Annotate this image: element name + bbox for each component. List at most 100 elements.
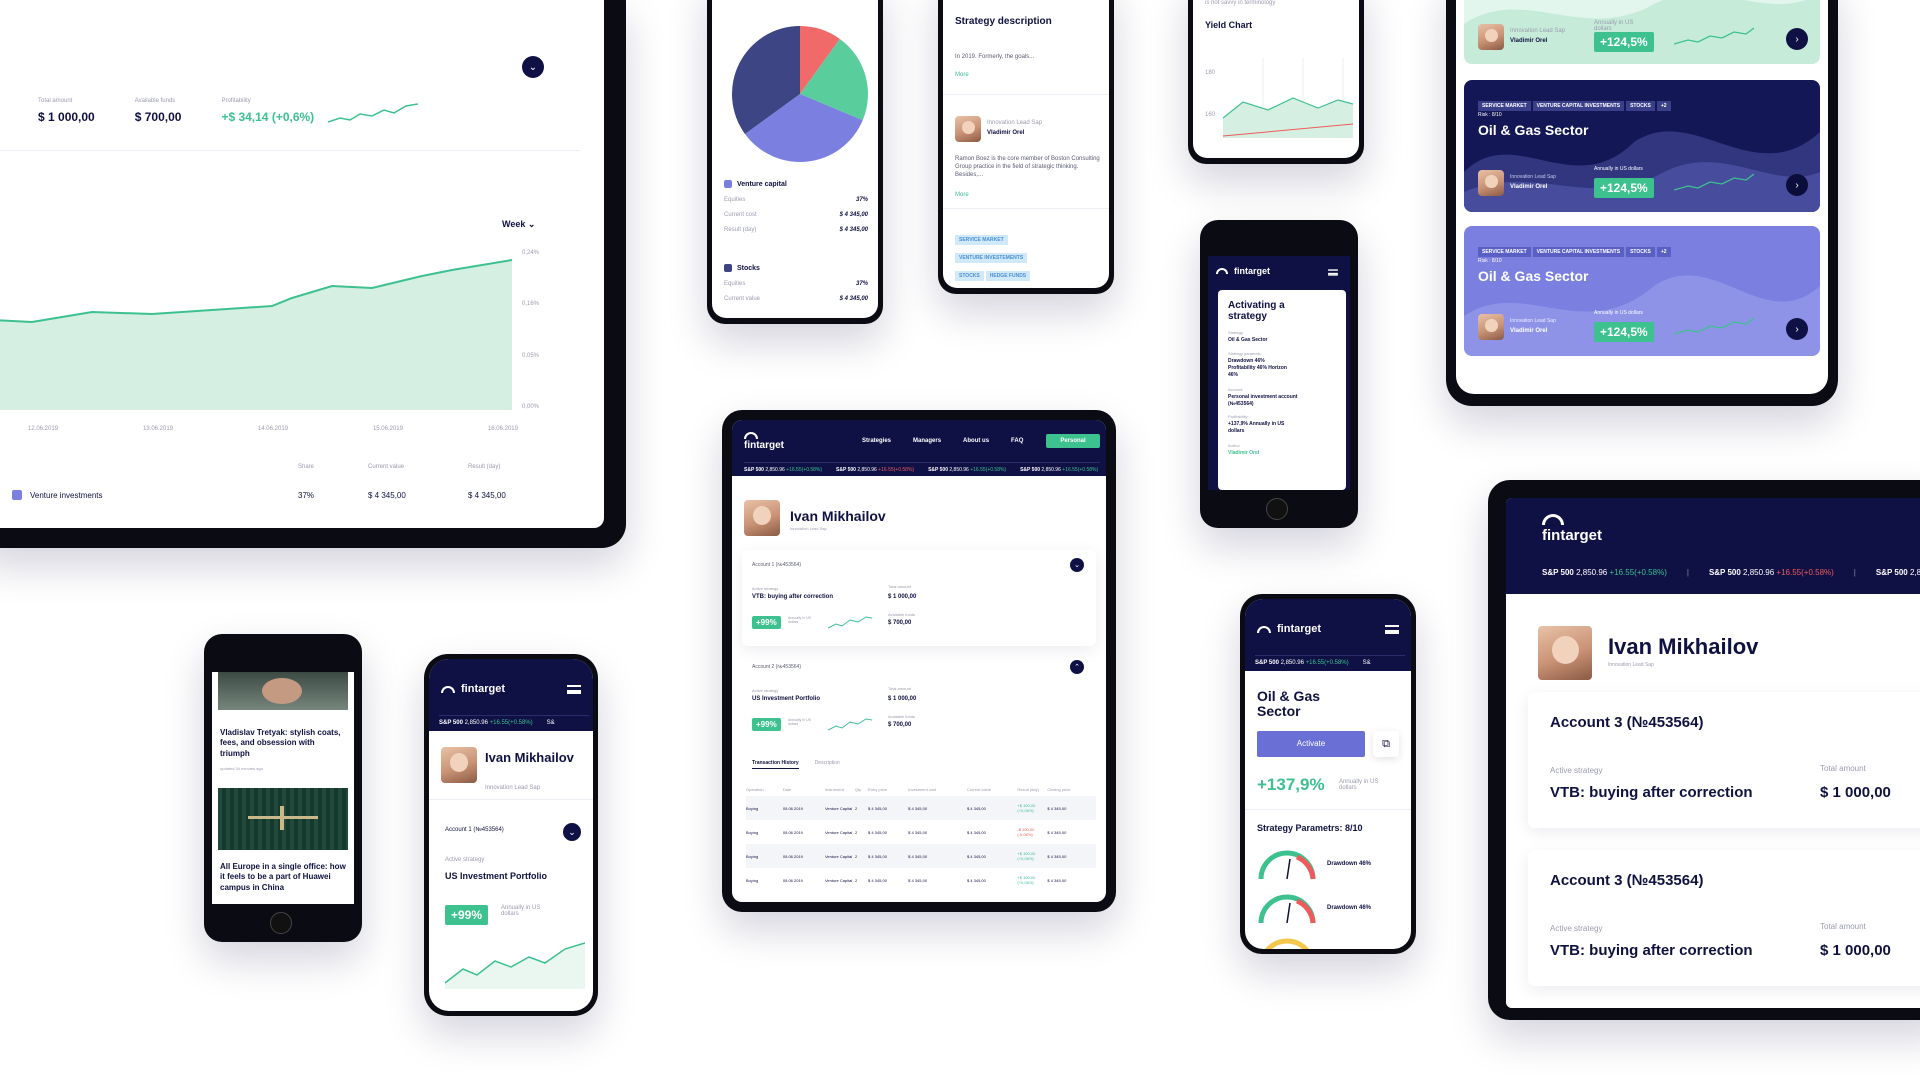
panel-title: Activating a strategy [1228,300,1285,322]
tab-bar: Transaction History Description [752,760,840,769]
chevron-down-icon[interactable]: ⌄ [563,823,581,841]
menu-icon[interactable] [567,685,581,694]
gauge-label: Drawdown 46% [1327,905,1372,911]
pct-badge: +99% [445,905,489,925]
strategy-card[interactable]: Oil & Gas Sector Innovation Lead Sap Vla… [1464,0,1820,64]
nav-strategies[interactable]: Strategies [862,438,891,444]
tag-list: SERVICE MARKET VENTURE CAPITAL INVESTMENT… [1478,240,1671,258]
chevron-right-icon[interactable]: › [1786,318,1808,340]
author-bio: Ramon Boez is the core member of Boston … [955,156,1100,178]
col-current-value: Current value [368,464,405,470]
tab-transaction-history[interactable]: Transaction History [752,760,799,769]
strategy-card[interactable]: SERVICE MARKET VENTURE CAPITAL INVESTMENT… [1464,226,1820,356]
home-button[interactable] [270,912,292,934]
profile-name: Ivan Mikhailov [485,750,574,765]
app-header: fintarget S&P 500 2,850.96 +16.55(+0.58%… [1245,599,1411,671]
account-card[interactable]: Account 1 (№453564) ⌄ Active strategy VT… [742,550,1096,646]
card-title: Oil & Gas Sector [1478,122,1589,138]
row-name: Venture investments [30,491,103,500]
pct-value: +137,9% [1257,775,1325,794]
gauge-icon [1264,938,1310,949]
avatar [744,500,780,536]
card-title: Oil & Gas Sector [1478,268,1589,284]
brand-logo[interactable]: fintarget [1257,623,1321,635]
pie-chart [732,26,868,162]
tag[interactable]: HEDGE FUNDS [985,271,1031,281]
activation-panel: Activating a strategy Strategy Oil & Gas… [1218,290,1346,490]
logo-arc-icon [1257,625,1271,633]
tablet-center: fintarget Strategies Managers About us F… [722,410,1116,912]
account-card[interactable]: Account 3 (№453564) Active strategy VTB:… [1528,850,1920,986]
chevron-down-icon[interactable]: ⌄ [1070,558,1084,572]
chevron-right-icon[interactable]: › [1786,28,1808,50]
more-link[interactable]: More [955,192,969,198]
strategy-name: VTB: buying after correction [1550,784,1753,801]
activate-button[interactable]: Activate [1257,731,1365,757]
row-share: 37% [298,491,315,500]
sparkline [828,616,872,629]
total-amount: $ 1 000,00 [888,594,917,600]
annual-badge: +124,5% [1594,32,1654,52]
annual-badge: +124,5% [1594,322,1654,342]
total-amount: $ 1 000,00 [888,696,917,702]
tag-list: SERVICE MARKET VENTURE CAPITAL INVESTMENT… [1478,94,1671,112]
total-amount: $ 1 000,00 [1820,784,1891,801]
available-funds: $ 700,00 [888,722,912,728]
menu-icon[interactable] [1328,269,1338,276]
chevron-down-icon[interactable]: ⌄ [522,56,544,78]
sparkline [828,718,872,731]
share-icon[interactable]: ⧉ [1373,731,1399,757]
profile-role: Innovation Lead Sap [790,526,827,531]
tag[interactable]: VENTURE INVESTEMENTS [955,253,1028,263]
table-row[interactable]: Buying 05.06.2019 Venture Capital 2 $ 4 345,… [746,844,1096,868]
chevron-up-icon[interactable]: ⌃ [1070,660,1084,674]
tab-description[interactable]: Description [815,760,840,769]
app-header: fintarget Strategies Managers About us F… [732,420,1106,476]
ticker: S&P 500 2,850.96 +16.55(+0.58%) S& [439,715,589,726]
article-title[interactable]: All Europe in a single office: how it fe… [220,862,346,893]
row-result: $ 4 345,00 [468,491,506,500]
personal-button[interactable]: Personal [1046,434,1100,448]
brand-logo[interactable]: fintarget [1216,266,1270,276]
article-title[interactable]: Vladislav Tretyak: stylish coats, fees, … [220,728,346,759]
table-row[interactable]: Buying 05.06.2019 Venture Capital 2 $ 4 345,… [746,796,1096,820]
ticker: S&P 500 2,850.96 +16.55(+0.58%) | S&P 50… [1542,568,1920,577]
home-button[interactable] [1266,498,1288,520]
tag[interactable]: SERVICE MARKET [955,235,1008,245]
strategy-card[interactable]: SERVICE MARKET VENTURE CAPITAL INVESTMENT… [1464,80,1820,212]
strategy-name: US Investment Portfolio [445,871,548,881]
sparkline [445,942,585,989]
app-header: fintarget S&P 500 2,850.96 +16.55(+0.58%… [429,659,593,731]
pie-section-venture: Venture capital Equities 37% Current cost… [724,180,868,233]
strategy-label: Active strategy [445,857,485,863]
brand-logo[interactable]: fintarget [1542,514,1602,544]
more-link[interactable]: More [955,72,969,78]
nav-faq[interactable]: FAQ [1011,438,1023,444]
period-select[interactable]: Week ⌄ [502,219,535,230]
account-card[interactable]: Account 2 (№453564) ⌃ Active strategy US… [742,652,1096,742]
brand-logo[interactable]: fintarget [744,432,784,451]
brand-logo[interactable]: fintarget [441,683,505,695]
gauge-label: Drawdown 46% [1327,861,1372,867]
intro-text: is not savvy in terminology [1205,0,1276,6]
sparkline [328,103,418,123]
annual-label: Annually in US dollars [1594,166,1643,172]
author-role: Innovation Lead Sap [1510,318,1556,324]
table-row[interactable]: Buying 05.06.2019 Venture Capital 2 $ 4 345,… [746,820,1096,844]
field-value: +137,9% Annually in US dollars [1228,421,1285,434]
tick: 160 [1205,112,1216,118]
strategy-name: VTB: buying after correction [752,594,834,600]
avatar [955,116,981,142]
logo-arc-icon [441,685,455,693]
y-axis: 0,24% 0,16% 0,05% 0,00% [522,250,540,410]
field-value: Drawdown 46% Profitability 46% Horizon 4… [1228,358,1287,378]
nav-about[interactable]: About us [963,438,989,444]
nav-managers[interactable]: Managers [913,438,941,444]
author-name: Vladimir Orel [1510,328,1548,334]
chevron-right-icon[interactable]: › [1786,174,1808,196]
account-card[interactable]: Account 3 (№453564) Active strategy VTB:… [1528,692,1920,828]
menu-icon[interactable] [1385,625,1399,634]
avatar [1478,24,1504,50]
table-row[interactable]: Buying 05.06.2019 Venture Capital 2 $ 4 345,… [746,868,1096,892]
tag[interactable]: STOCKS [955,271,984,281]
